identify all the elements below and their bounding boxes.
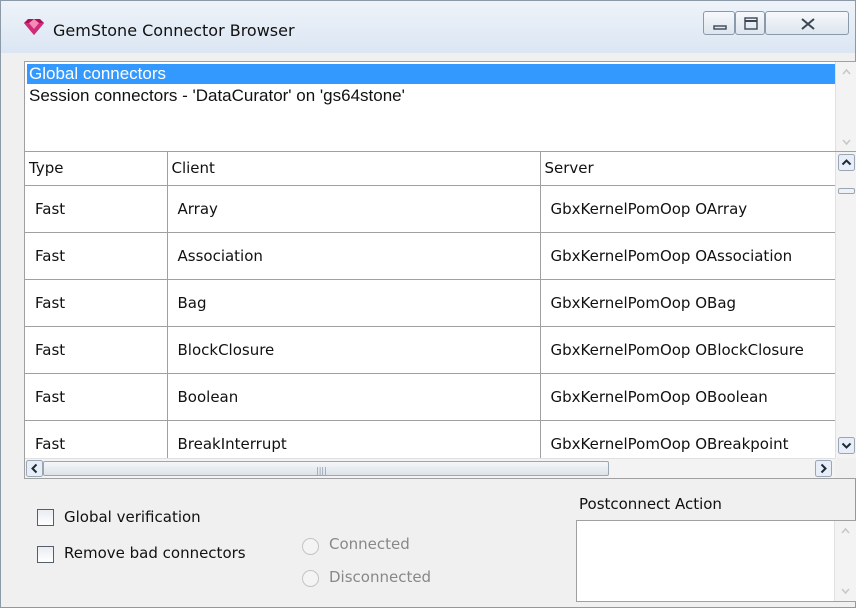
scrollbar-corner (835, 458, 856, 478)
scroll-up-arrow-icon[interactable] (838, 154, 855, 171)
scroll-down-arrow-icon[interactable] (837, 582, 854, 599)
cell-client: BlockClosure (167, 326, 541, 374)
title-bar[interactable]: GemStone Connector Browser (1, 1, 855, 53)
table-vertical-scrollbar[interactable] (835, 152, 856, 458)
scroll-down-arrow-icon[interactable] (838, 133, 855, 150)
cell-server: GbxKernelPomOop OBoolean (540, 373, 836, 421)
scroll-up-arrow-icon[interactable] (837, 523, 854, 540)
category-item-label: Session connectors - 'DataCurator' on 'g… (29, 86, 405, 105)
remove-bad-connectors-checkbox[interactable] (37, 546, 54, 563)
cell-client: Boolean (167, 373, 541, 421)
minimize-button[interactable] (703, 11, 735, 35)
scroll-grip-icon: |||| (316, 466, 327, 475)
disconnected-radio[interactable] (302, 570, 319, 587)
cell-client: Bag (167, 279, 541, 327)
remove-bad-connectors-label: Remove bad connectors (64, 544, 246, 562)
maximize-icon (744, 17, 758, 30)
postconnect-scrollbar[interactable] (834, 521, 856, 601)
table-header-row: Type Client Server (25, 152, 836, 186)
table-vertical-scroll-thumb[interactable] (838, 188, 855, 194)
cell-type: Fast (25, 373, 168, 421)
scroll-up-arrow-icon[interactable] (838, 64, 855, 81)
category-item-label: Global connectors (29, 64, 167, 83)
postconnect-action-field[interactable] (576, 520, 856, 602)
window-title: GemStone Connector Browser (53, 21, 295, 40)
cell-server: GbxKernelPomOop OBag (540, 279, 836, 327)
cell-server: GbxKernelPomOop OBlockClosure (540, 326, 836, 374)
connector-grid: Type Client Server Fast Array GbxKernelP… (25, 152, 836, 468)
table-row[interactable]: Fast Bag GbxKernelPomOop OBag (25, 279, 836, 327)
cell-client: Association (167, 232, 541, 280)
column-header-type[interactable]: Type (25, 152, 168, 186)
connector-table[interactable]: Type Client Server Fast Array GbxKernelP… (24, 151, 856, 479)
disconnected-label: Disconnected (329, 568, 432, 586)
connected-label: Connected (329, 535, 410, 553)
cell-type: Fast (25, 232, 168, 280)
table-row[interactable]: Fast BlockClosure GbxKernelPomOop OBlock… (25, 326, 836, 374)
cell-server: GbxKernelPomOop OArray (540, 185, 836, 233)
global-verification-label: Global verification (64, 508, 201, 526)
column-header-server[interactable]: Server (540, 152, 836, 186)
close-icon (801, 18, 815, 30)
cell-type: Fast (25, 326, 168, 374)
category-item-session[interactable]: Session connectors - 'DataCurator' on 'g… (27, 86, 405, 106)
connector-category-list[interactable]: Global connectors Session connectors - '… (24, 61, 856, 153)
category-item-global[interactable]: Global connectors (27, 64, 837, 84)
cell-client: Array (167, 185, 541, 233)
cell-server: GbxKernelPomOop OAssociation (540, 232, 836, 280)
connected-radio[interactable] (302, 538, 319, 555)
table-horizontal-scroll-thumb[interactable]: |||| (43, 461, 609, 476)
table-row[interactable]: Fast Array GbxKernelPomOop OArray (25, 185, 836, 233)
column-header-client[interactable]: Client (167, 152, 541, 186)
scroll-left-arrow-icon[interactable] (26, 460, 43, 477)
scroll-right-arrow-icon[interactable] (815, 460, 832, 477)
maximize-button[interactable] (735, 11, 765, 35)
close-button[interactable] (765, 11, 849, 35)
minimize-icon (713, 25, 727, 30)
global-verification-checkbox[interactable] (37, 509, 54, 526)
gem-icon (24, 19, 44, 35)
cell-type: Fast (25, 185, 168, 233)
table-row[interactable]: Fast Association GbxKernelPomOop OAssoci… (25, 232, 836, 280)
category-list-scrollbar[interactable] (835, 62, 856, 152)
scroll-down-arrow-icon[interactable] (838, 437, 855, 454)
postconnect-action-label: Postconnect Action (579, 495, 722, 513)
table-row[interactable]: Fast Boolean GbxKernelPomOop OBoolean (25, 373, 836, 421)
connector-browser-window: GemStone Connector Browser Global connec… (0, 0, 856, 608)
table-horizontal-scrollbar[interactable]: |||| (25, 458, 835, 478)
cell-type: Fast (25, 279, 168, 327)
